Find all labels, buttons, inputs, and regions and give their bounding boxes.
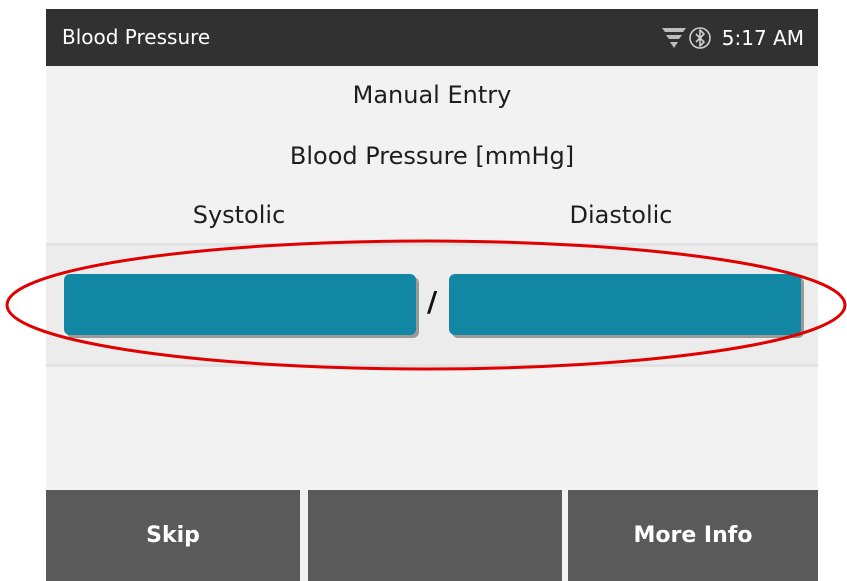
more-info-button-label: More Info (633, 523, 753, 548)
device-screen: Blood Pressure 5:17 AM Manual Entry Bloo… (46, 9, 818, 581)
middle-footer-button[interactable] (308, 490, 562, 581)
signal-funnel-icon (660, 24, 688, 52)
manual-entry-heading: Manual Entry (352, 81, 512, 109)
screen-title: Blood Pressure (62, 25, 211, 49)
value-separator: / (427, 285, 438, 318)
skip-button[interactable]: Skip (46, 490, 300, 581)
more-info-button[interactable]: More Info (568, 490, 818, 581)
skip-button-label: Skip (146, 523, 200, 548)
clock-time: 5:17 AM (721, 25, 804, 50)
bluetooth-icon (688, 24, 712, 52)
systolic-field[interactable] (64, 274, 416, 335)
diastolic-label: Diastolic (569, 201, 673, 229)
status-bar: Blood Pressure 5:17 AM (46, 9, 818, 66)
systolic-label: Systolic (192, 201, 286, 229)
measurement-label: Blood Pressure [mmHg] (289, 142, 575, 170)
status-indicators: 5:17 AM (660, 9, 804, 66)
diastolic-field[interactable] (449, 274, 801, 335)
